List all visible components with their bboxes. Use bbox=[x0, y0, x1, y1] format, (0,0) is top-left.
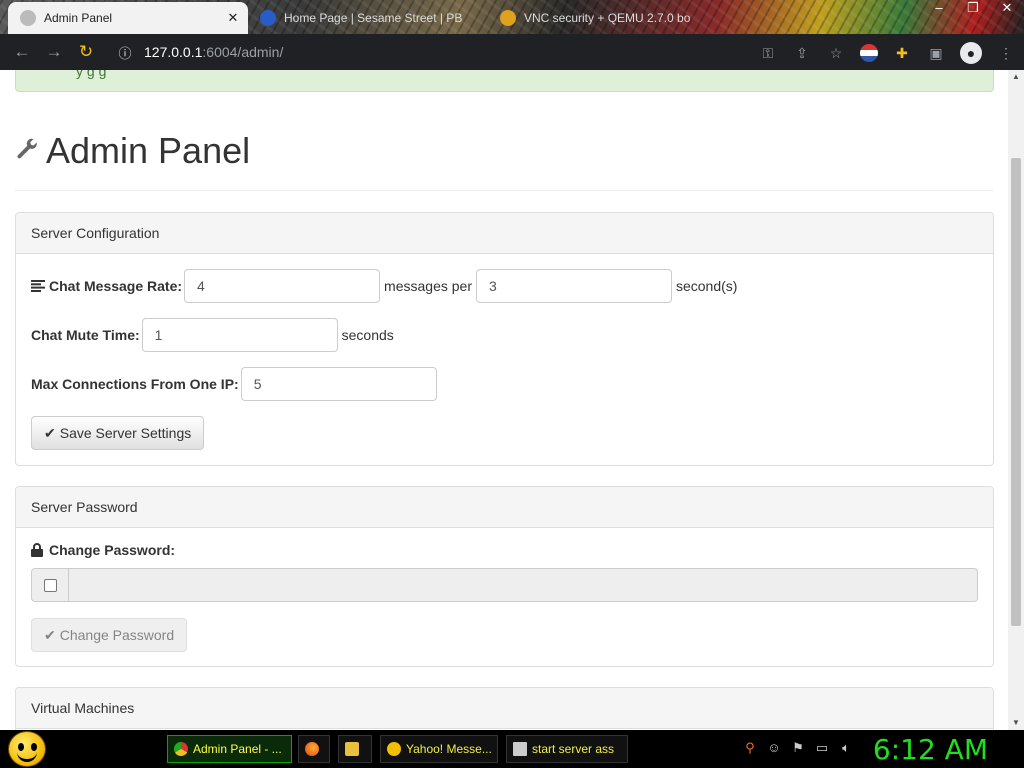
page-title: Admin Panel bbox=[14, 130, 250, 172]
page-content: y g g Admin Panel Server Configuration C… bbox=[0, 70, 1008, 730]
menu-icon[interactable]: ⋮ bbox=[996, 43, 1016, 63]
restore-icon[interactable]: ❐ bbox=[956, 0, 990, 18]
check-icon: ✔ bbox=[44, 626, 56, 643]
password-enable-checkbox[interactable] bbox=[43, 578, 57, 592]
lock-icon bbox=[31, 543, 43, 557]
tab-label: Home Page | Sesame Street | PB bbox=[284, 11, 463, 25]
max-connections-label: Max Connections From One IP: bbox=[31, 376, 239, 392]
pbs-icon bbox=[260, 10, 276, 26]
divider bbox=[15, 190, 993, 191]
success-alert: y g g bbox=[15, 70, 994, 92]
password-input[interactable] bbox=[69, 568, 978, 602]
tab-strip: Admin Panel ✕ Home Page | Sesame Street … bbox=[0, 0, 1024, 34]
virtual-machines-panel: Virtual Machines bbox=[15, 687, 994, 730]
address-bar[interactable]: ⓘ 127.0.0.1:6004/admin/ bbox=[108, 38, 858, 66]
scroll-down-icon[interactable]: ▼ bbox=[1008, 716, 1024, 730]
max-connections-row: Max Connections From One IP: 5 bbox=[31, 367, 437, 401]
page-scrollbar[interactable]: ▲ ▼ bbox=[1008, 70, 1024, 730]
toolbar-icons: ⚿ ⇪ ☆ ✚ ▣ ● ⋮ bbox=[758, 42, 1016, 64]
security-flag-icon[interactable]: ⚑ bbox=[790, 740, 806, 756]
network-icon[interactable]: ▭ bbox=[814, 740, 830, 756]
wrench-icon bbox=[17, 138, 37, 159]
save-server-settings-button[interactable]: ✔ Save Server Settings bbox=[31, 416, 205, 450]
key-icon[interactable]: ⚿ bbox=[758, 43, 778, 63]
mute-suffix-text: seconds bbox=[341, 327, 394, 343]
globe-icon bbox=[20, 10, 36, 26]
star-icon[interactable]: ☆ bbox=[826, 43, 846, 63]
extension-flag-icon[interactable] bbox=[860, 44, 878, 62]
taskbar: Admin Panel - ... Yahoo! Messe... start … bbox=[0, 730, 1024, 768]
tab-label: VNC security + QEMU 2.7.0 bo bbox=[524, 11, 691, 25]
url-host: 127.0.0.1 bbox=[144, 44, 203, 60]
password-checkbox-addon bbox=[31, 568, 69, 602]
change-password-label: Change Password: bbox=[49, 542, 176, 558]
site-icon bbox=[500, 10, 516, 26]
chat-rate-label: Chat Message Rate: bbox=[49, 278, 183, 294]
change-password-row: Change Password: bbox=[31, 542, 175, 558]
chat-rate-row: Chat Message Rate: 4 messages per 3 seco… bbox=[31, 269, 741, 303]
messenger-tray-icon[interactable]: ☺ bbox=[766, 740, 782, 756]
share-icon[interactable]: ⇪ bbox=[792, 43, 812, 63]
back-icon[interactable]: ← bbox=[6, 42, 38, 62]
taskbar-clock: 6:12 AM bbox=[872, 733, 988, 766]
mute-time-row: Chat Mute Time: 1 seconds bbox=[31, 318, 398, 352]
search-icon[interactable]: ⚲ bbox=[742, 740, 758, 756]
alert-text: y g g bbox=[76, 70, 107, 79]
page-title-text: Admin Panel bbox=[46, 130, 251, 171]
task-file-manager[interactable] bbox=[338, 735, 372, 763]
messages-per-text: messages per bbox=[384, 278, 472, 294]
server-configuration-panel: Server Configuration Chat Message Rate: … bbox=[15, 212, 994, 466]
firefox-icon bbox=[305, 742, 319, 756]
change-password-button[interactable]: ✔ Change Password bbox=[31, 618, 188, 652]
terminal-icon bbox=[513, 742, 527, 756]
panel-heading: Server Configuration bbox=[16, 213, 993, 254]
panel-heading: Server Password bbox=[16, 487, 993, 528]
scroll-up-icon[interactable]: ▲ bbox=[1008, 70, 1024, 84]
tab-vnc-security[interactable]: VNC security + QEMU 2.7.0 bo bbox=[496, 2, 706, 34]
tab-sesame-street[interactable]: Home Page | Sesame Street | PB bbox=[256, 2, 486, 34]
task-label: Yahoo! Messe... bbox=[406, 742, 492, 756]
url-path: :6004/admin/ bbox=[202, 44, 284, 60]
close-window-icon[interactable]: ✕ bbox=[990, 0, 1024, 18]
extensions-icon[interactable]: ✚ bbox=[892, 43, 912, 63]
max-connections-input[interactable]: 5 bbox=[240, 367, 437, 401]
volume-icon[interactable]: 🔈︎ bbox=[838, 740, 854, 756]
task-admin-panel[interactable]: Admin Panel - ... bbox=[167, 735, 292, 763]
task-label: start server ass bbox=[532, 742, 615, 756]
check-icon: ✔ bbox=[44, 424, 56, 441]
server-password-panel: Server Password Change Password: ✔ Chang… bbox=[15, 486, 994, 667]
chat-rate-seconds-input[interactable]: 3 bbox=[475, 269, 672, 303]
reload-icon[interactable]: ↻ bbox=[70, 42, 102, 62]
seconds-suffix-text: second(s) bbox=[675, 278, 738, 294]
task-start-server[interactable]: start server ass bbox=[506, 735, 628, 763]
browser-toolbar: ← → ↻ ⓘ 127.0.0.1:6004/admin/ ⚿ ⇪ ☆ ✚ ▣ … bbox=[0, 34, 1024, 70]
forward-icon[interactable]: → bbox=[38, 42, 70, 62]
scroll-thumb[interactable] bbox=[1011, 158, 1021, 626]
profile-avatar-icon[interactable]: ● bbox=[960, 42, 982, 64]
task-label: Admin Panel - ... bbox=[193, 742, 282, 756]
panel-heading: Virtual Machines bbox=[16, 688, 993, 729]
tab-label: Admin Panel bbox=[44, 11, 113, 25]
folder-icon bbox=[345, 742, 359, 756]
task-firefox[interactable] bbox=[298, 735, 330, 763]
window-controls: – ❐ ✕ bbox=[922, 0, 1024, 18]
chrome-icon bbox=[174, 742, 188, 756]
info-icon[interactable]: ⓘ bbox=[114, 41, 136, 63]
button-label: Save Server Settings bbox=[59, 425, 192, 441]
minimize-icon[interactable]: – bbox=[922, 0, 956, 18]
chat-rate-messages-input[interactable]: 4 bbox=[184, 269, 381, 303]
close-tab-icon[interactable]: ✕ bbox=[224, 10, 242, 26]
password-input-group bbox=[31, 568, 978, 602]
system-tray: ⚲ ☺ ⚑ ▭ 🔈︎ bbox=[742, 740, 854, 756]
start-smiley-icon[interactable] bbox=[8, 731, 46, 767]
align-left-icon bbox=[31, 280, 45, 292]
button-label: Change Password bbox=[59, 627, 175, 643]
mute-time-input[interactable]: 1 bbox=[141, 318, 338, 352]
yahoo-smiley-icon bbox=[387, 742, 401, 756]
task-yahoo-messenger[interactable]: Yahoo! Messe... bbox=[380, 735, 498, 763]
tab-admin-panel[interactable]: Admin Panel ✕ bbox=[8, 2, 248, 34]
sidepanel-icon[interactable]: ▣ bbox=[926, 43, 946, 63]
mute-time-label: Chat Mute Time: bbox=[31, 327, 140, 343]
